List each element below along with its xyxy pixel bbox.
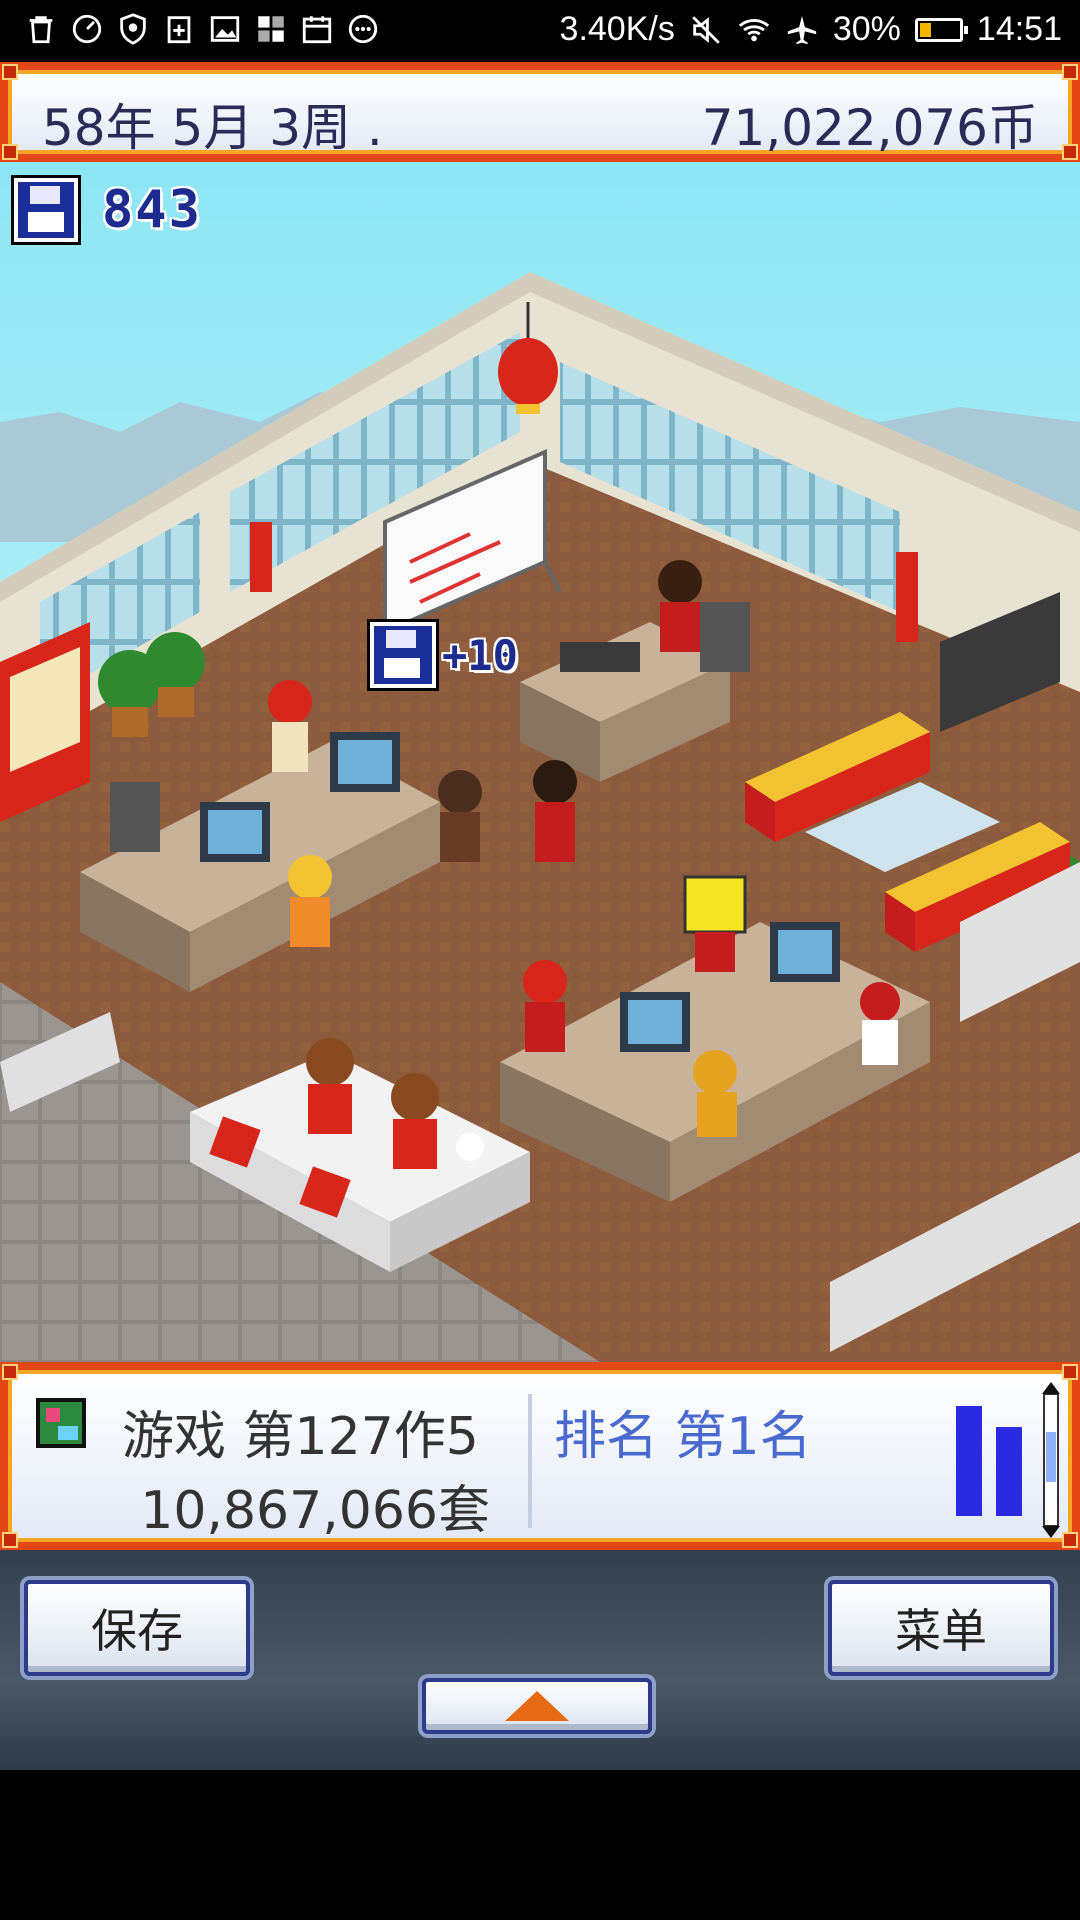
clipboard-plus-icon <box>167 16 191 44</box>
image-icon <box>210 16 240 42</box>
airplane-icon <box>787 15 817 44</box>
shield-icon <box>120 13 146 45</box>
research-points: 843 <box>11 175 202 245</box>
divider <box>528 1394 532 1528</box>
save-button[interactable]: 保存 <box>24 1580 250 1676</box>
clock: 14:51 <box>976 10 1062 48</box>
trash-icon <box>29 16 53 44</box>
game-title: 游戏 第127作5 <box>122 1407 479 1467</box>
menu-button-label: 菜单 <box>895 1604 987 1658</box>
game-date: 58年 5月 3周 . <box>42 99 383 157</box>
control-panel: 保存 菜单 <box>0 1550 1080 1770</box>
money-counter: 71,022,076币 <box>701 99 1038 157</box>
frame-corner <box>1062 1532 1078 1548</box>
floppy-disk-icon <box>11 175 81 245</box>
game-info-panel[interactable]: 游戏 第127作5 10,867,066套 排名 第1名 <box>0 1362 1080 1550</box>
game-cartridge-icon <box>36 1398 86 1448</box>
office-scene[interactable] <box>0 162 1080 1362</box>
panel-scrollbar[interactable] <box>1040 1380 1062 1540</box>
frame-corner <box>2 1532 18 1548</box>
battery-icon <box>914 17 968 42</box>
frame-corner <box>1062 1364 1078 1380</box>
arrow-up-icon <box>505 1691 569 1721</box>
net-speed: 3.40K/s <box>559 10 675 48</box>
expand-button[interactable] <box>422 1678 652 1734</box>
rank-bar <box>996 1427 1022 1516</box>
floppy-disk-icon <box>367 619 439 691</box>
save-button-label: 保存 <box>91 1604 183 1658</box>
wifi-icon <box>738 18 769 41</box>
points-gain-popup: +10 <box>367 619 518 691</box>
frame-corner <box>1062 64 1078 80</box>
frame-corner <box>2 1364 18 1380</box>
more-dots-icon <box>348 14 378 44</box>
game-rank: 排名 第1名 <box>554 1407 812 1467</box>
calendar-icon <box>302 16 332 44</box>
menu-button[interactable]: 菜单 <box>828 1580 1054 1676</box>
bottom-blank-area <box>0 1770 1080 1920</box>
speedometer-icon <box>72 14 102 44</box>
research-points-value: 843 <box>102 180 202 240</box>
rank-bar <box>956 1406 982 1516</box>
game-sales: 10,867,066套 <box>140 1481 490 1541</box>
top-info-bar: 58年 5月 3周 . 71,022,076币 <box>0 62 1080 162</box>
mute-icon <box>692 15 720 44</box>
widgets-icon <box>258 16 284 42</box>
status-bar: 3.40K/s 30% 14:51 <box>0 0 1080 62</box>
points-gain-value: +10 <box>442 630 518 680</box>
frame-corner <box>1062 144 1078 160</box>
battery-percent: 30% <box>832 10 901 48</box>
frame-corner <box>2 64 18 80</box>
frame-corner <box>2 144 18 160</box>
notification-icons <box>24 12 380 46</box>
